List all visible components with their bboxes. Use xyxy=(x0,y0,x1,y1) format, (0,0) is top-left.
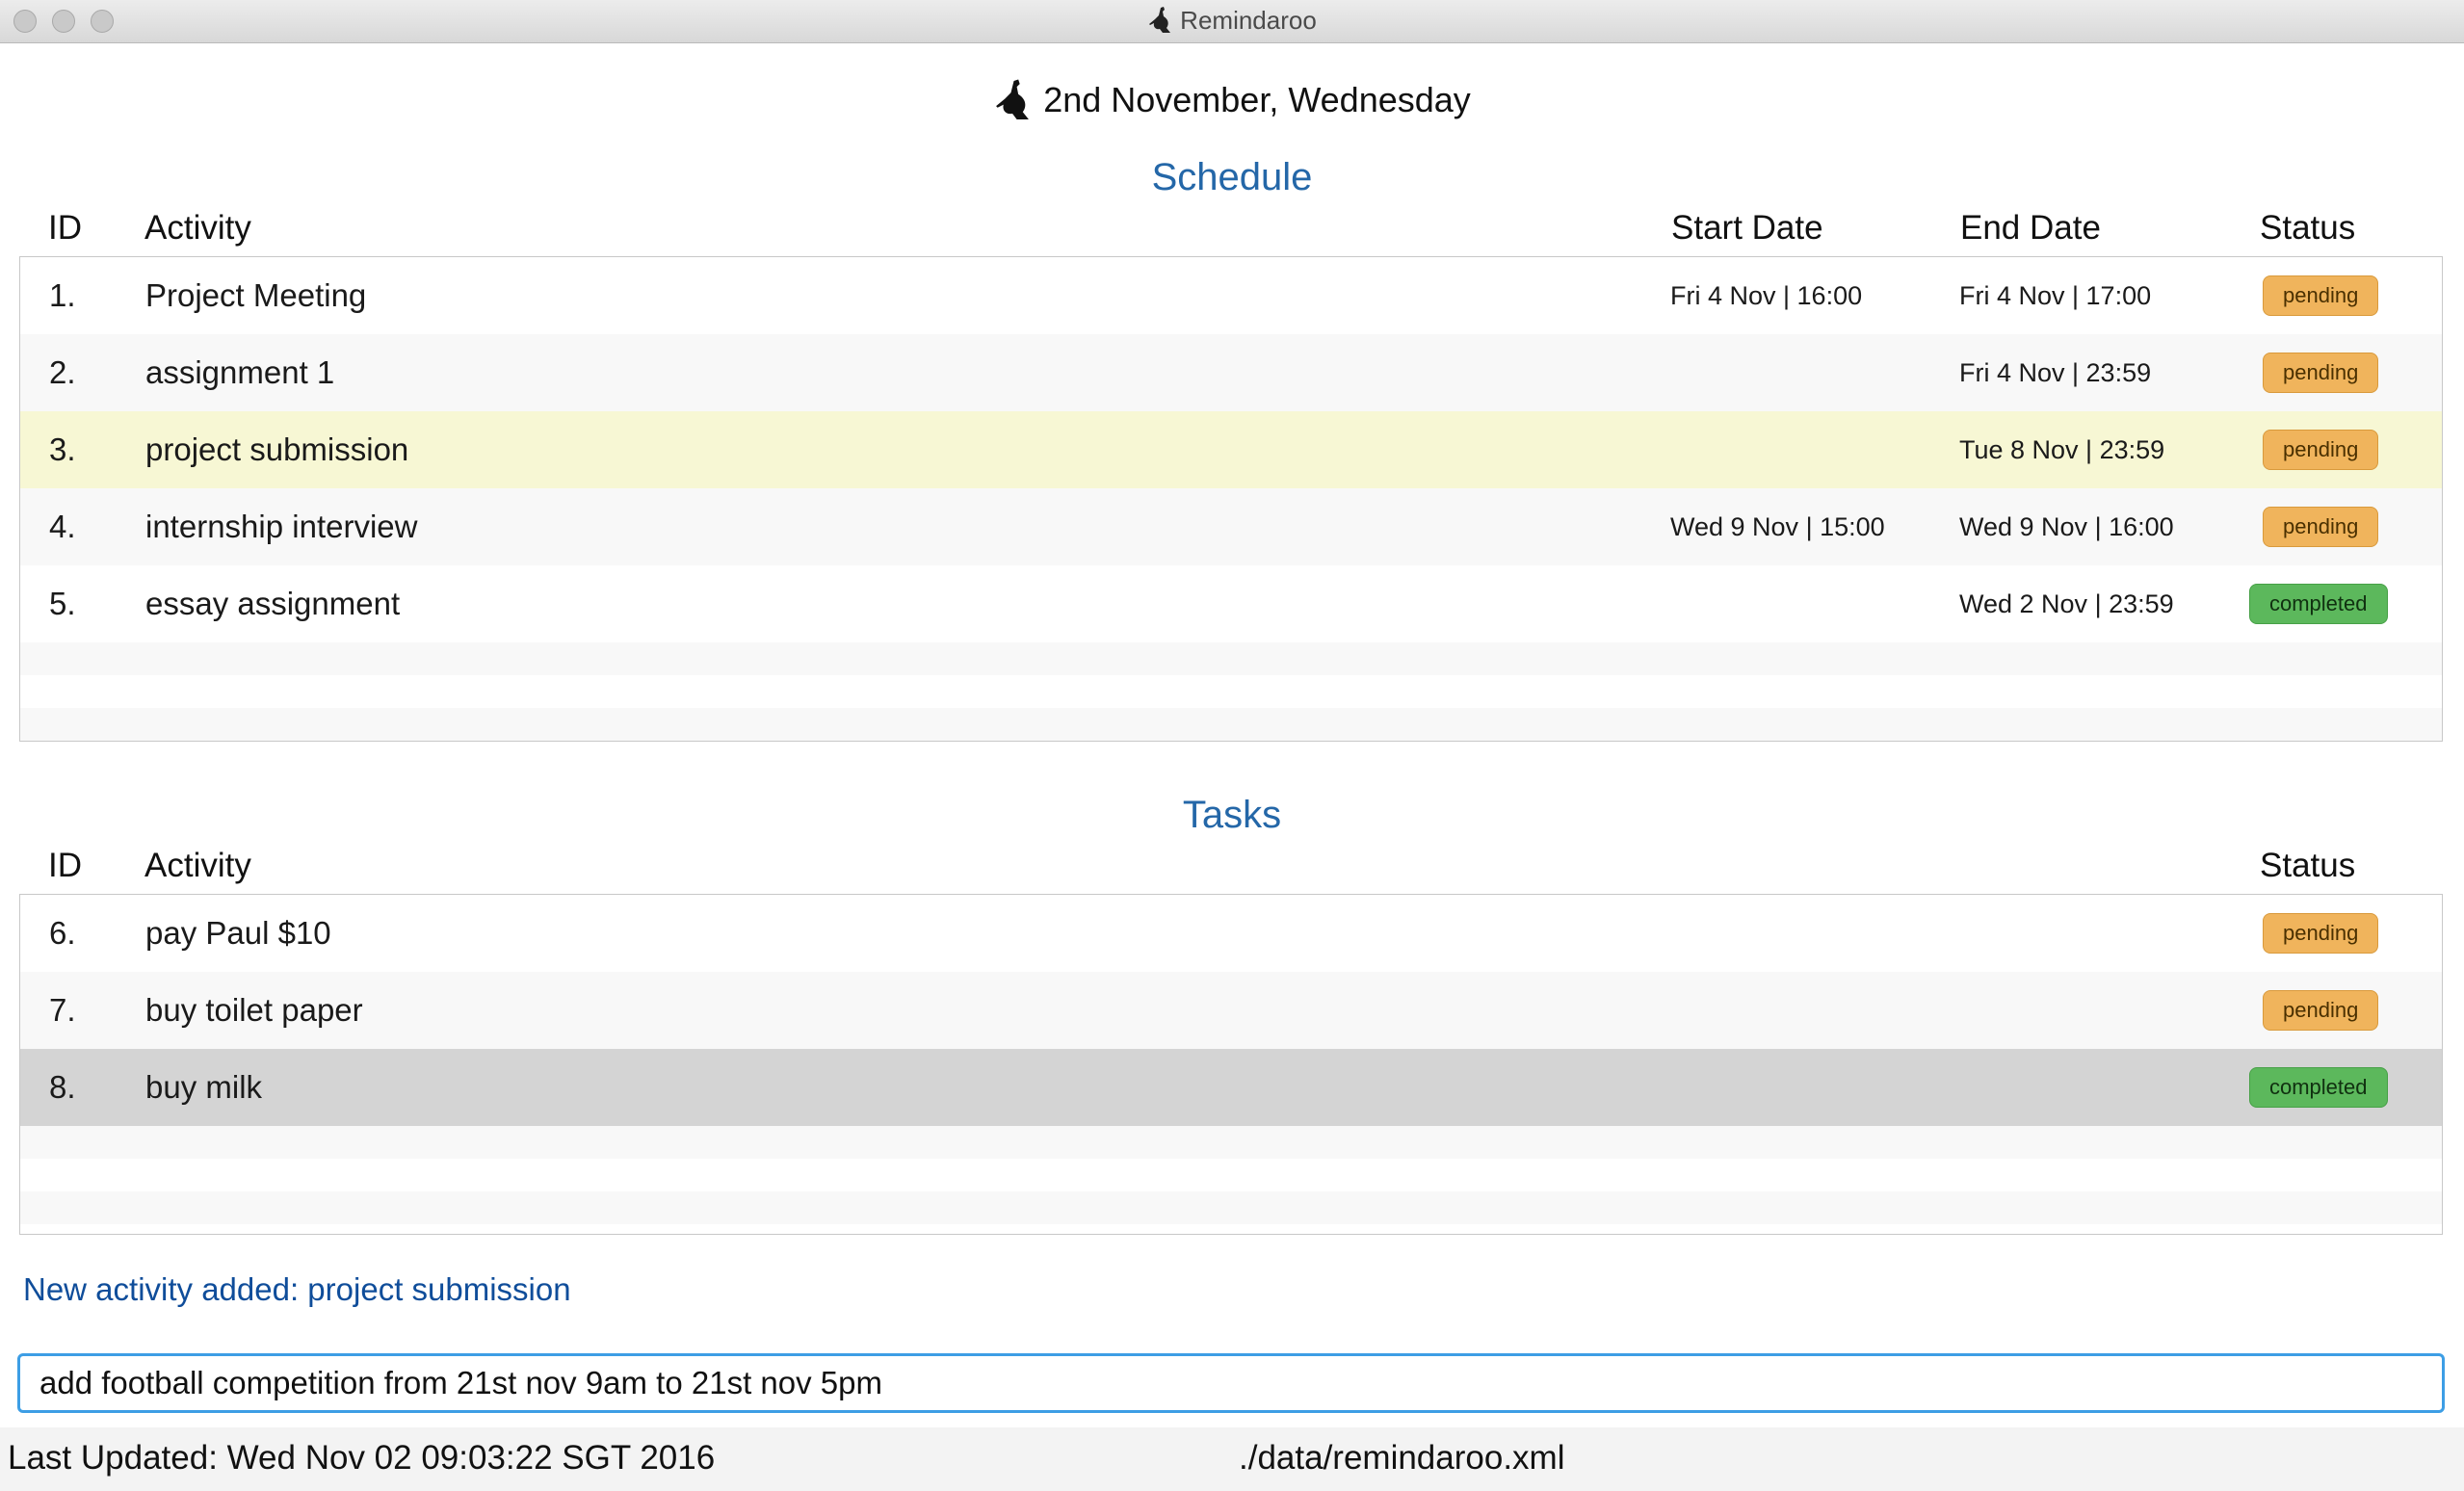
empty-row xyxy=(20,1191,2442,1224)
status-badge: pending xyxy=(2263,275,2379,316)
kangaroo-logo-icon xyxy=(996,79,1030,119)
schedule-col-id: ID xyxy=(48,209,82,247)
row-id: 3. xyxy=(49,432,76,467)
current-date: 2nd November, Wednesday xyxy=(1043,80,1471,119)
empty-row xyxy=(20,642,2442,675)
window-titlebar: Remindaroo xyxy=(0,0,2464,43)
table-row[interactable]: 5. essay assignment Wed 2 Nov | 23:59 co… xyxy=(20,565,2442,642)
tasks-table[interactable]: 6. pay Paul $10 pending 7. buy toilet pa… xyxy=(19,894,2443,1235)
schedule-col-end: End Date xyxy=(1960,209,2101,247)
row-activity: project submission xyxy=(145,432,409,467)
row-start-date: Fri 4 Nov | 16:00 xyxy=(1670,281,1863,310)
row-id: 8. xyxy=(49,1069,76,1105)
schedule-col-start: Start Date xyxy=(1671,209,1823,247)
tasks-col-id: ID xyxy=(48,847,82,884)
table-row[interactable]: 7. buy toilet paper pending xyxy=(20,972,2442,1049)
schedule-title: Schedule xyxy=(1151,156,1313,198)
storage-file-path: ./data/remindaroo.xml xyxy=(1239,1439,1565,1477)
row-start-date: Wed 9 Nov | 15:00 xyxy=(1670,512,1885,541)
status-badge: pending xyxy=(2263,913,2379,954)
row-end-date: Tue 8 Nov | 23:59 xyxy=(1959,435,2165,464)
status-badge: pending xyxy=(2263,430,2379,470)
tasks-col-activity: Activity xyxy=(144,847,251,884)
table-row-highlighted[interactable]: 3. project submission Tue 8 Nov | 23:59 … xyxy=(20,411,2442,488)
row-activity: internship interview xyxy=(145,509,418,544)
row-end-date: Fri 4 Nov | 23:59 xyxy=(1959,358,2152,387)
table-row[interactable]: 2. assignment 1 Fri 4 Nov | 23:59 pendin… xyxy=(20,334,2442,411)
row-activity: assignment 1 xyxy=(145,354,335,390)
row-end-date: Wed 9 Nov | 16:00 xyxy=(1959,512,2174,541)
tasks-title: Tasks xyxy=(1182,794,1282,836)
row-end-date: Wed 2 Nov | 23:59 xyxy=(1959,589,2174,618)
table-row[interactable]: 6. pay Paul $10 pending xyxy=(20,895,2442,972)
status-badge: completed xyxy=(2249,584,2388,624)
row-activity: buy toilet paper xyxy=(145,992,363,1028)
status-badge: completed xyxy=(2249,1067,2388,1108)
date-header: 2nd November, Wednesday xyxy=(0,77,2464,123)
row-id: 7. xyxy=(49,992,76,1028)
row-activity: Project Meeting xyxy=(145,277,367,313)
empty-row xyxy=(20,1126,2442,1159)
status-bar: Last Updated: Wed Nov 02 09:03:22 SGT 20… xyxy=(0,1427,2464,1491)
row-activity: essay assignment xyxy=(145,586,401,621)
row-id: 4. xyxy=(49,509,76,544)
row-id: 1. xyxy=(49,277,76,313)
row-end-date: Fri 4 Nov | 17:00 xyxy=(1959,281,2152,310)
status-badge: pending xyxy=(2263,990,2379,1031)
command-input[interactable] xyxy=(17,1353,2445,1413)
table-row[interactable]: 4. internship interview Wed 9 Nov | 15:0… xyxy=(20,488,2442,565)
table-row-selected[interactable]: 8. buy milk completed xyxy=(20,1049,2442,1126)
empty-row xyxy=(20,708,2442,741)
row-id: 2. xyxy=(49,354,76,390)
schedule-table[interactable]: 1. Project Meeting Fri 4 Nov | 16:00 Fri… xyxy=(19,256,2443,742)
window-title: Remindaroo xyxy=(0,6,2464,36)
table-row[interactable]: 1. Project Meeting Fri 4 Nov | 16:00 Fri… xyxy=(20,257,2442,334)
row-id: 6. xyxy=(49,915,76,951)
row-activity: buy milk xyxy=(145,1069,263,1105)
status-badge: pending xyxy=(2263,507,2379,547)
row-activity: pay Paul $10 xyxy=(145,915,331,951)
status-badge: pending xyxy=(2263,353,2379,393)
schedule-col-activity: Activity xyxy=(144,209,251,247)
result-message: New activity added: project submission xyxy=(23,1271,571,1307)
kangaroo-icon xyxy=(1149,7,1171,33)
row-id: 5. xyxy=(49,586,76,621)
schedule-col-status: Status xyxy=(2260,209,2356,247)
last-updated-text: Last Updated: Wed Nov 02 09:03:22 SGT 20… xyxy=(8,1439,716,1477)
tasks-col-status: Status xyxy=(2260,847,2356,884)
